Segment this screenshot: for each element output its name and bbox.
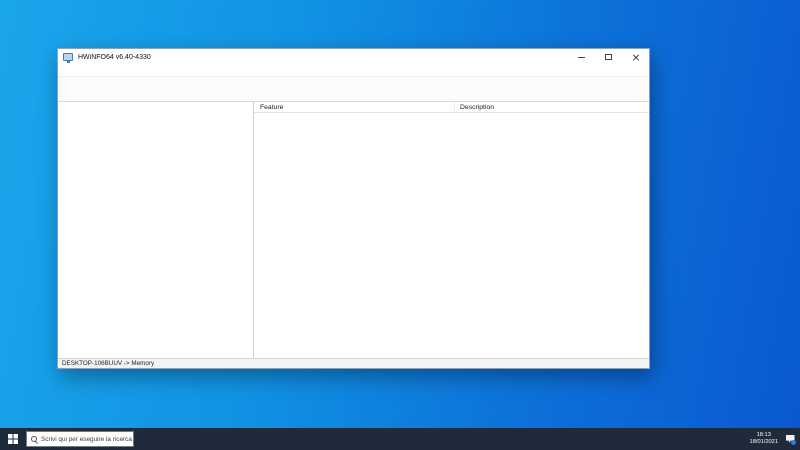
feature-list: Feature Description [254, 102, 649, 358]
column-feature[interactable]: Feature [254, 102, 455, 112]
hwinfo-window: HWiNFO64 v6.40-4330 Feature Description … [57, 48, 650, 369]
column-description[interactable]: Description [455, 104, 494, 111]
status-bar: DESKTOP-106BUUV -> Memory [58, 358, 649, 368]
device-tree [58, 102, 254, 358]
search-placeholder: Scrivi qui per eseguire la ricerca [41, 435, 132, 443]
windows-logo-icon [8, 434, 18, 444]
window-title: HWiNFO64 v6.40-4330 [78, 53, 151, 61]
menu-bar [58, 65, 649, 77]
start-button[interactable] [0, 428, 26, 450]
action-center-button[interactable] [783, 428, 797, 450]
taskbar-search[interactable]: Scrivi qui per eseguire la ricerca [26, 431, 134, 447]
close-button[interactable] [622, 49, 649, 65]
system-tray: 18:13 18/01/2021 [745, 428, 800, 450]
window-main: Feature Description [58, 102, 649, 358]
maximize-button[interactable] [595, 49, 622, 65]
toolbar [58, 77, 649, 102]
taskbar-clock[interactable]: 18:13 18/01/2021 [750, 432, 778, 446]
list-header: Feature Description [254, 102, 649, 113]
taskbar: Scrivi qui per eseguire la ricerca 18:13… [0, 428, 800, 450]
notification-badge [791, 440, 796, 445]
close-icon [632, 53, 640, 61]
feature-rows [254, 113, 649, 358]
minimize-icon [578, 56, 585, 58]
app-icon [63, 53, 73, 63]
clock-date: 18/01/2021 [749, 439, 778, 445]
maximize-icon [605, 54, 612, 60]
search-icon [31, 436, 37, 442]
minimize-button[interactable] [568, 49, 595, 65]
clock-time: 18:13 [756, 432, 771, 439]
window-titlebar[interactable]: HWiNFO64 v6.40-4330 [58, 49, 649, 65]
